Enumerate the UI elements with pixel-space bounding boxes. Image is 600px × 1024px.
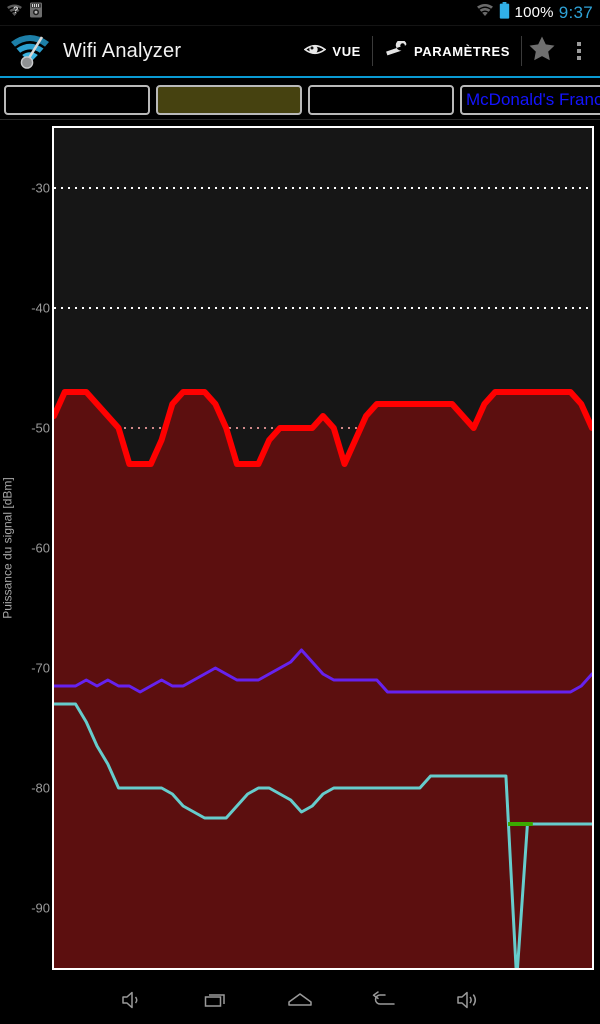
action-settings-label: PARAMÈTRES (413, 43, 510, 59)
y-tick-label: -70 (31, 660, 50, 676)
star-icon (528, 35, 556, 67)
app-title: Wifi Analyzer (63, 39, 182, 62)
action-bar: Wifi Analyzer VUE PARAMÈTRES (0, 26, 600, 78)
wifi-icon (476, 3, 494, 22)
wifi-analyzer-app: ? 100% 9:37 Wifi Analyzer VUE PARAMÈTRES… (0, 0, 600, 1024)
tab-network-4-label: McDonald's Franc (466, 89, 600, 109)
wifi-question-icon: ? (6, 3, 23, 23)
y-tick-label: -30 (31, 180, 50, 196)
status-bar-right-icons: 100% 9:37 (476, 1, 600, 24)
y-axis-ticks: -30 -40 -50 -60 -70 -80 -90 (0, 120, 50, 976)
y-tick-label: -80 (31, 780, 50, 796)
home-icon[interactable] (280, 983, 320, 1017)
y-tick-label: -50 (31, 420, 50, 436)
tab-network-3[interactable] (308, 84, 454, 115)
favorite-button[interactable] (522, 31, 562, 71)
action-view-button[interactable]: VUE (293, 33, 372, 69)
battery-full-icon (499, 1, 510, 24)
status-bar: ? 100% 9:37 (0, 0, 600, 26)
volume-up-icon[interactable] (448, 983, 488, 1017)
action-settings-button[interactable]: PARAMÈTRES (373, 33, 521, 69)
sd-card-debug-icon (29, 2, 43, 23)
action-bar-actions: VUE PARAMÈTRES (293, 26, 600, 76)
signal-chart: Puissance du signal [dBm] -30 -40 -50 -60 -7… (0, 120, 600, 976)
recent-apps-icon[interactable] (196, 983, 236, 1017)
volume-down-icon[interactable] (112, 983, 152, 1017)
tab-network-1[interactable] (4, 84, 150, 115)
status-bar-clock: 9:37 (558, 2, 593, 22)
tab-network-2[interactable] (156, 84, 302, 115)
plot-area[interactable] (52, 126, 594, 970)
y-tick-label: -40 (31, 300, 50, 316)
battery-percentage: 100% (514, 4, 554, 21)
back-icon[interactable] (364, 983, 404, 1017)
y-tick-label: -90 (31, 900, 50, 916)
y-tick-label: -60 (31, 540, 50, 556)
tab-network-4[interactable]: McDonald's Franc (460, 84, 600, 115)
plot-svg (54, 187, 592, 968)
navigation-bar (0, 976, 600, 1024)
status-bar-left-icons: ? (0, 2, 43, 23)
wrench-icon (384, 39, 408, 61)
eye-icon (304, 42, 327, 60)
action-view-label: VUE (332, 43, 361, 59)
network-tab-strip: McDonald's Franc (0, 80, 600, 120)
overflow-menu-icon[interactable] (562, 31, 596, 71)
wifi-analyzer-logo-icon (9, 31, 53, 71)
svg-text:?: ? (13, 5, 19, 15)
